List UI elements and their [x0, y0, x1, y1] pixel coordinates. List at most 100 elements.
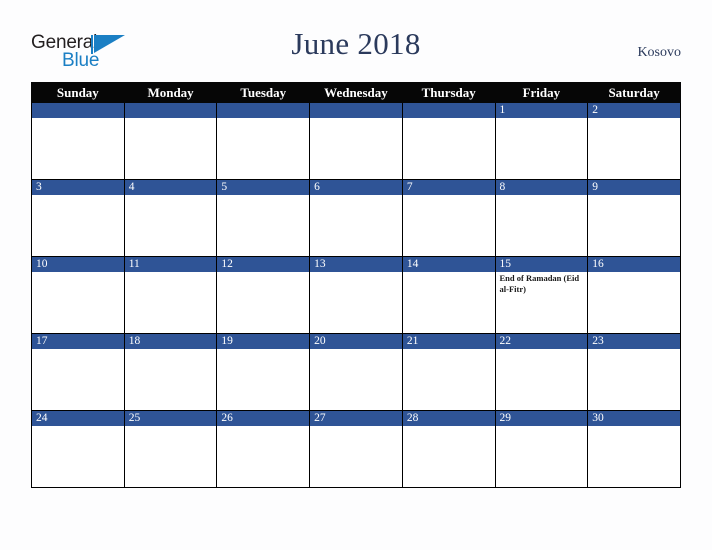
day-number: 5 [217, 180, 310, 195]
day-events [403, 272, 495, 273]
weekday-header-row: Sunday Monday Tuesday Wednesday Thursday Frid… [31, 82, 681, 103]
day-events [32, 426, 124, 427]
day-number: 10 [32, 257, 124, 272]
calendar-day-cell[interactable]: 20 [309, 333, 403, 411]
day-number: 28 [402, 411, 495, 426]
day-events [310, 195, 402, 196]
day-events [217, 426, 309, 427]
calendar-day-cell[interactable]: 5 [216, 179, 311, 257]
day-number: 14 [402, 257, 495, 272]
day-number: 6 [310, 180, 402, 195]
day-events [32, 195, 124, 196]
day-number: 26 [217, 411, 310, 426]
calendar-day-cell[interactable]: 17 [31, 333, 125, 411]
day-events [588, 272, 680, 273]
day-number: 2 [588, 103, 680, 118]
day-number: 1 [495, 103, 588, 118]
calendar-day-cell[interactable]: 14 [401, 256, 496, 334]
day-number: 7 [402, 180, 495, 195]
calendar-day-cell[interactable]: 2 [587, 102, 681, 180]
day-number: 24 [32, 411, 124, 426]
calendar-day-cell[interactable]: 10 [31, 256, 125, 334]
day-events [588, 195, 680, 196]
day-number: 13 [310, 257, 402, 272]
day-events [32, 349, 124, 350]
day-number: 29 [495, 411, 588, 426]
calendar-week-row: 17 18 19 20 21 22 23 [31, 333, 681, 411]
day-number: 22 [495, 334, 588, 349]
day-number: 4 [124, 180, 217, 195]
calendar-day-cell-empty [123, 102, 218, 180]
day-events [496, 426, 588, 427]
day-events [125, 118, 217, 119]
calendar-day-cell[interactable]: 24 [31, 410, 125, 488]
day-events [403, 349, 495, 350]
day-number [402, 103, 495, 118]
day-events [496, 195, 588, 196]
calendar-day-cell[interactable]: 23 [587, 333, 681, 411]
day-events [217, 195, 309, 196]
page-title: June 2018 [291, 26, 421, 61]
calendar-week-row: 24 25 26 27 28 29 30 [31, 410, 681, 488]
day-events [496, 349, 588, 350]
calendar-day-cell[interactable]: 6 [309, 179, 403, 257]
day-events [403, 426, 495, 427]
calendar-day-cell[interactable]: 12 [216, 256, 311, 334]
day-number: 18 [124, 334, 217, 349]
day-events [588, 118, 680, 119]
calendar-day-cell[interactable]: 18 [123, 333, 218, 411]
calendar-day-cell[interactable]: 9 [587, 179, 681, 257]
day-number: 25 [124, 411, 217, 426]
calendar-day-cell[interactable]: 26 [216, 410, 311, 488]
weekday-header-thursday: Thursday [401, 82, 496, 103]
weekday-header-friday: Friday [494, 82, 589, 103]
day-events [125, 349, 217, 350]
weekday-header-sunday: Sunday [31, 82, 125, 103]
calendar-day-cell[interactable]: 16 [587, 256, 681, 334]
day-number [124, 103, 217, 118]
holiday-event-label: End of Ramadan (Eid al-Fitr) [499, 273, 580, 294]
calendar-day-cell-empty [216, 102, 311, 180]
calendar-container: Sunday Monday Tuesday Wednesday Thursday Frid… [31, 82, 681, 488]
calendar-week-row: 3456789 [31, 179, 681, 257]
day-number: 8 [495, 180, 588, 195]
calendar-day-cell[interactable]: 4 [123, 179, 218, 257]
day-events [310, 426, 402, 427]
region-label: Kosovo [637, 45, 681, 60]
day-number: 16 [588, 257, 680, 272]
day-number: 3 [32, 180, 124, 195]
calendar-day-cell[interactable]: 3 [31, 179, 125, 257]
day-events [588, 349, 680, 350]
calendar-day-cell[interactable]: 29 [494, 410, 589, 488]
weekday-header-saturday: Saturday [587, 82, 681, 103]
day-events [125, 272, 217, 273]
day-number [310, 103, 402, 118]
calendar-day-cell[interactable]: 22 [494, 333, 589, 411]
day-number: 21 [402, 334, 495, 349]
page-header: General Blue June 2018 Kosovo [0, 0, 712, 82]
day-events [32, 118, 124, 119]
day-number [217, 103, 310, 118]
day-events [32, 272, 124, 273]
day-events [125, 195, 217, 196]
day-events [125, 426, 217, 427]
calendar-day-cell[interactable]: 28 [401, 410, 496, 488]
calendar-day-cell[interactable]: 7 [401, 179, 496, 257]
calendar-day-cell[interactable]: 19 [216, 333, 311, 411]
calendar-day-cell[interactable]: 30 [587, 410, 681, 488]
day-number: 15 [495, 257, 588, 272]
day-number [32, 103, 124, 118]
day-number: 12 [217, 257, 310, 272]
calendar-day-cell-empty [31, 102, 125, 180]
day-number: 19 [217, 334, 310, 349]
calendar-day-cell[interactable]: 11 [123, 256, 218, 334]
weekday-header-monday: Monday [123, 82, 218, 103]
calendar-day-cell[interactable]: 13 [309, 256, 403, 334]
calendar-day-cell[interactable]: 8 [494, 179, 589, 257]
weekday-header-tuesday: Tuesday [216, 82, 311, 103]
calendar-day-cell[interactable]: 15 End of Ramadan (Eid al-Fitr) [494, 256, 589, 334]
calendar-day-cell[interactable]: 21 [401, 333, 496, 411]
calendar-day-cell[interactable]: 1 [494, 102, 589, 180]
calendar-day-cell[interactable]: 25 [123, 410, 218, 488]
calendar-day-cell[interactable]: 27 [309, 410, 403, 488]
